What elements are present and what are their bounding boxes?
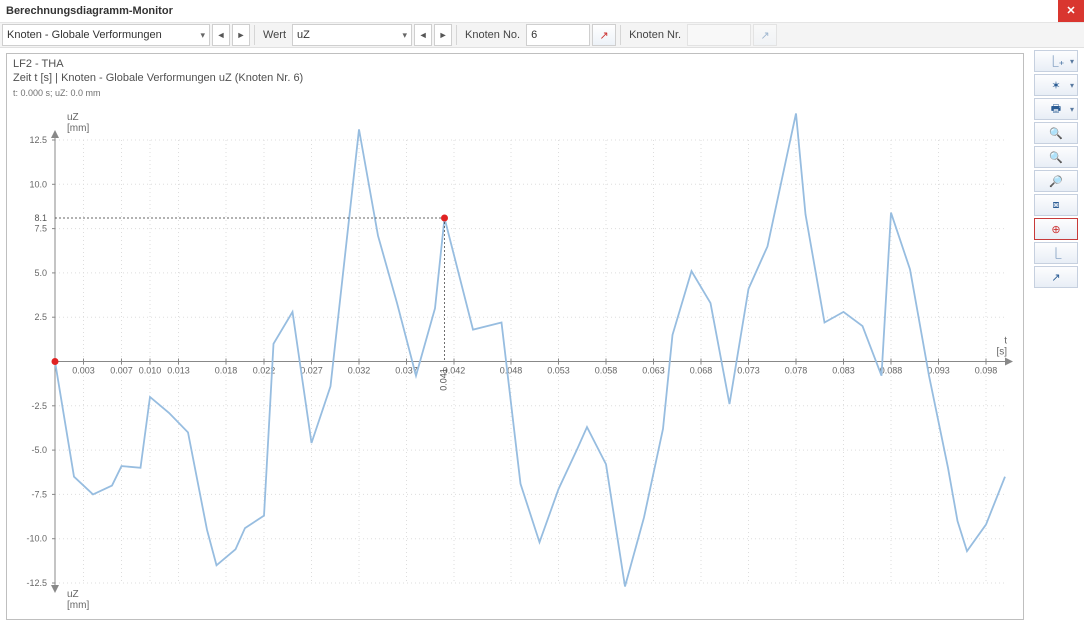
svg-text:[mm]: [mm]	[67, 123, 89, 134]
svg-text:[mm]: [mm]	[67, 600, 89, 611]
svg-text:0.027: 0.027	[300, 366, 323, 376]
svg-text:0.093: 0.093	[927, 366, 950, 376]
svg-text:0.088: 0.088	[880, 366, 903, 376]
svg-text:7.5: 7.5	[34, 224, 47, 234]
svg-text:0.048: 0.048	[500, 366, 523, 376]
quantity-prev-button[interactable]: ◄	[212, 24, 230, 46]
node-nr-label: Knoten Nr.	[625, 29, 685, 41]
wert-next-button[interactable]: ►	[434, 24, 452, 46]
svg-text:2.5: 2.5	[34, 312, 47, 322]
svg-text:0.010: 0.010	[139, 366, 162, 376]
chevron-down-icon: ▾	[403, 30, 408, 41]
svg-text:0.032: 0.032	[348, 366, 371, 376]
svg-text:0.078: 0.078	[785, 366, 808, 376]
svg-text:-10.0: -10.0	[26, 534, 47, 544]
svg-text:0.053: 0.053	[547, 366, 570, 376]
close-button[interactable]: ✕	[1058, 0, 1084, 22]
wert-prev-button[interactable]: ◄	[414, 24, 432, 46]
svg-text:-12.5: -12.5	[26, 578, 47, 588]
plot-area[interactable]: LF2 - THA Zeit t [s] | Knoten - Globale …	[6, 53, 1024, 620]
wert-label: Wert	[259, 29, 290, 41]
svg-text:uZ: uZ	[67, 589, 79, 600]
svg-text:0.041: 0.041	[439, 368, 449, 391]
quantity-combo[interactable]: Knoten - Globale Verformungen ▾	[2, 24, 210, 46]
svg-text:0.003: 0.003	[72, 366, 95, 376]
svg-text:-7.5: -7.5	[31, 489, 47, 499]
node-no-input[interactable]: 6	[526, 24, 590, 46]
svg-text:-5.0: -5.0	[31, 445, 47, 455]
pick-arrow-icon: ↗	[760, 29, 769, 42]
pick-arrow-icon: ↗	[599, 29, 608, 42]
svg-text:0.068: 0.068	[690, 366, 713, 376]
svg-text:0.058: 0.058	[595, 366, 618, 376]
svg-text:5.0: 5.0	[34, 268, 47, 278]
node-nr-input	[687, 24, 751, 46]
svg-text:t: t	[1004, 336, 1007, 347]
window-title: Berechnungsdiagramm-Monitor	[6, 0, 173, 22]
pick-node-button[interactable]: ↗	[592, 24, 616, 46]
pick-node2-button: ↗	[753, 24, 777, 46]
svg-text:0.007: 0.007	[110, 366, 133, 376]
svg-text:[s]: [s]	[996, 347, 1007, 358]
svg-text:0.098: 0.098	[975, 366, 998, 376]
quantity-combo-value: Knoten - Globale Verformungen	[7, 29, 162, 41]
svg-text:0.013: 0.013	[167, 366, 190, 376]
wert-combo[interactable]: uZ ▾	[292, 24, 412, 46]
chevron-down-icon: ▾	[200, 30, 205, 41]
svg-text:12.5: 12.5	[29, 135, 47, 145]
svg-text:0.018: 0.018	[215, 366, 238, 376]
close-icon: ✕	[1066, 0, 1075, 22]
svg-text:-2.5: -2.5	[31, 401, 47, 411]
chart-svg: -12.5 -10.0 -7.5 -5.0 -2.5 2.5 5.0 7.5 10.0 12.5 0…	[7, 54, 1023, 619]
svg-text:10.0: 10.0	[29, 179, 47, 189]
svg-text:8.1: 8.1	[34, 213, 47, 223]
wert-combo-value: uZ	[297, 29, 310, 41]
svg-text:0.073: 0.073	[737, 366, 760, 376]
svg-text:0.083: 0.083	[832, 366, 855, 376]
node-no-label: Knoten No.	[461, 29, 524, 41]
toolbar: Knoten - Globale Verformungen ▾ ◄ ► Wert…	[0, 23, 1084, 48]
svg-text:0.063: 0.063	[642, 366, 665, 376]
svg-text:uZ: uZ	[67, 112, 79, 123]
quantity-next-button[interactable]: ►	[232, 24, 250, 46]
